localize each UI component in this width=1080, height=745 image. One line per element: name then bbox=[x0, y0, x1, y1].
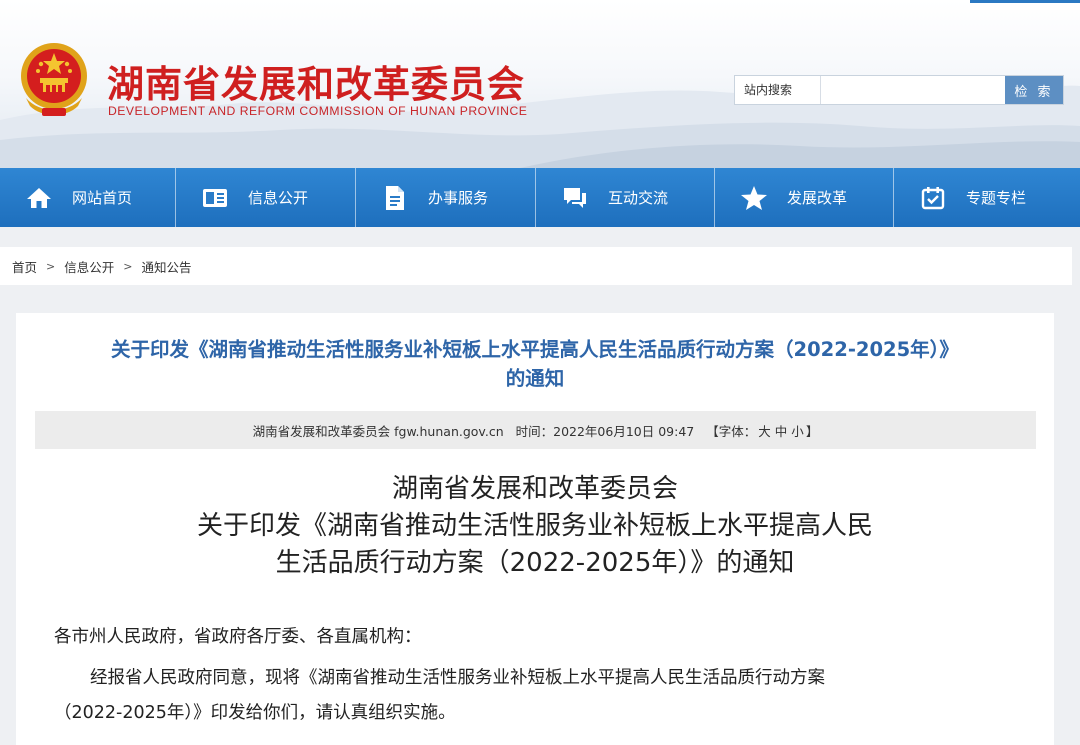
nav-item-label: 互动交流 bbox=[608, 189, 669, 207]
document-heading-line2: 关于印发《湖南省推动生活性服务业补短板上水平提高人民 bbox=[196, 511, 873, 541]
breadcrumb-separator: > bbox=[46, 259, 56, 273]
article-title: 关于印发《湖南省推动生活性服务业补短板上水平提高人民生活品质行动方案（2022-… bbox=[16, 335, 1054, 393]
search-input[interactable] bbox=[821, 76, 1005, 104]
search-label: 站内搜索 bbox=[735, 76, 821, 104]
document-heading-line3: 生活品质行动方案（2022-2025年）》的通知 bbox=[275, 548, 795, 578]
info-card-icon bbox=[200, 185, 230, 211]
font-size-label: 【字体： bbox=[706, 423, 757, 439]
star-icon bbox=[739, 185, 769, 211]
breadcrumb: 首页 > 信息公开 > 通知公告 bbox=[0, 247, 1072, 285]
chat-icon bbox=[560, 185, 590, 211]
calendar-check-icon bbox=[918, 185, 948, 211]
breadcrumb-info[interactable]: 信息公开 bbox=[64, 257, 114, 276]
nav-item-interaction[interactable]: 互动交流 bbox=[535, 168, 714, 227]
nav-item-label: 专题专栏 bbox=[966, 189, 1027, 207]
font-size-medium[interactable]: 中 bbox=[775, 421, 788, 440]
body-line1: 经报省人民政府同意，现将《湖南省推动生活性服务业补短板上水平提高人民生活品质行动… bbox=[90, 668, 825, 688]
breadcrumb-notice[interactable]: 通知公告 bbox=[141, 257, 191, 276]
font-size-label-end: 】 bbox=[805, 423, 819, 439]
site-title: 湖南省发展和改革委员会 bbox=[107, 63, 525, 106]
document-icon bbox=[380, 185, 410, 211]
national-emblem-icon bbox=[21, 43, 87, 116]
breadcrumb-home[interactable]: 首页 bbox=[12, 257, 37, 276]
search-button[interactable]: 检 索 bbox=[1005, 76, 1063, 104]
addressee: 各市州人民政府，省政府各厅委、各直属机构： bbox=[54, 627, 422, 647]
body-line2: （2022-2025年）》印发给你们，请认真组织实施。 bbox=[54, 703, 456, 723]
main-nav: 网站首页 信息公开 办事服务 互动交流 发展改革 专题专栏 bbox=[0, 168, 1080, 227]
breadcrumb-separator: > bbox=[123, 259, 133, 273]
article-meta: 湖南省发展和改革委员会 fgw.hunan.gov.cn 时间：2022年06月… bbox=[35, 411, 1036, 449]
article-card: 关于印发《湖南省推动生活性服务业补短板上水平提高人民生活品质行动方案（2022-… bbox=[16, 313, 1054, 745]
document-heading-line1: 湖南省发展和改革委员会 bbox=[391, 474, 678, 504]
home-icon bbox=[24, 185, 54, 211]
article-title-line1: 关于印发《湖南省推动生活性服务业补短板上水平提高人民生活品质行动方案（2022-… bbox=[111, 338, 959, 361]
document-heading: 湖南省发展和改革委员会 关于印发《湖南省推动生活性服务业补短板上水平提高人民 生… bbox=[16, 471, 1054, 582]
site-header: 湖南省发展和改革委员会 DEVELOPMENT AND REFORM COMMI… bbox=[0, 0, 1080, 168]
nav-item-topics[interactable]: 专题专栏 bbox=[893, 168, 1080, 227]
nav-item-label: 信息公开 bbox=[248, 189, 309, 207]
meta-time: 时间：2022年06月10日 09:47 bbox=[515, 423, 695, 439]
meta-source: 湖南省发展和改革委员会 fgw.hunan.gov.cn bbox=[252, 423, 504, 439]
nav-item-label: 办事服务 bbox=[428, 189, 489, 207]
body-paragraph: 经报省人民政府同意，现将《湖南省推动生活性服务业补短板上水平提高人民生活品质行动… bbox=[54, 661, 954, 731]
site-subtitle: DEVELOPMENT AND REFORM COMMISSION OF HUN… bbox=[108, 104, 528, 118]
article-title-line2: 的通知 bbox=[505, 367, 565, 390]
nav-item-info[interactable]: 信息公开 bbox=[175, 168, 355, 227]
font-size-small[interactable]: 小 bbox=[791, 421, 804, 440]
top-accent-strip bbox=[970, 0, 1080, 3]
site-search: 站内搜索 检 索 bbox=[734, 75, 1064, 105]
nav-item-label: 发展改革 bbox=[787, 189, 848, 207]
nav-item-label: 网站首页 bbox=[72, 189, 133, 207]
nav-item-services[interactable]: 办事服务 bbox=[355, 168, 535, 227]
nav-item-home[interactable]: 网站首页 bbox=[0, 168, 175, 227]
font-size-large[interactable]: 大 bbox=[758, 421, 771, 440]
nav-item-reform[interactable]: 发展改革 bbox=[714, 168, 893, 227]
